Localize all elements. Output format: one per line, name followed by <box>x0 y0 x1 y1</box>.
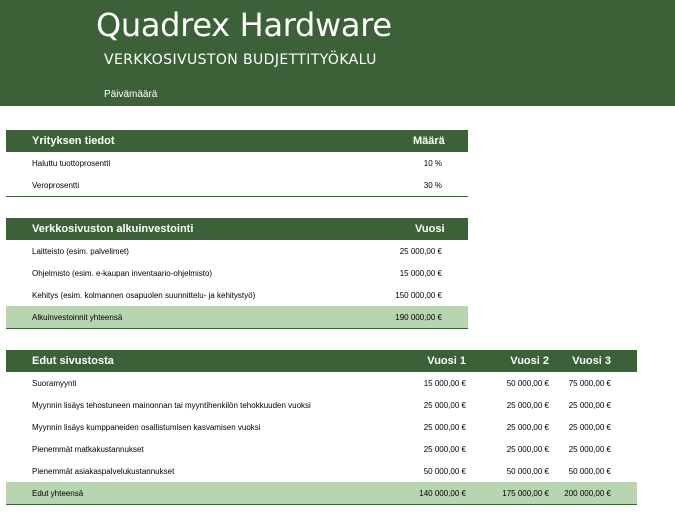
year1-value[interactable]: 25 000,00 € <box>424 445 466 454</box>
date-label[interactable]: Päivämäärä <box>104 89 157 100</box>
initial-investment-value-header: Vuosi <box>415 223 445 235</box>
year2-value[interactable]: 50 000,00 € <box>507 379 549 388</box>
year1-value[interactable]: 15 000,00 € <box>424 379 466 388</box>
year2-value[interactable]: 25 000,00 € <box>507 445 549 454</box>
total-row[interactable]: Edut yhteensä 140 000,00 € 175 000,00 € … <box>6 482 637 504</box>
benefits-title: Edut sivustosta <box>32 355 114 367</box>
year1-value[interactable]: 25 000,00 € <box>424 401 466 410</box>
year3-value[interactable]: 25 000,00 € <box>569 423 611 432</box>
company-info-value-header: Määrä <box>413 135 445 147</box>
year-header: Vuosi 2 <box>510 355 549 367</box>
year3-value[interactable]: 75 000,00 € <box>569 379 611 388</box>
company-info-header: Yrityksen tiedot Määrä <box>6 130 468 152</box>
row-label: Veroprosentti <box>32 181 80 190</box>
row-label: Kehitys (esim. kolmannen osapuolen suunn… <box>32 291 256 300</box>
benefits-table: Edut sivustosta Vuosi 1 Vuosi 2 Vuosi 3 … <box>6 350 637 505</box>
row-label: Pienemmät matkakustannukset <box>32 445 144 454</box>
row-label: Pienemmät asiakaspalvelukustannukset <box>32 467 175 476</box>
year2-value[interactable]: 50 000,00 € <box>507 467 549 476</box>
benefits-header: Edut sivustosta Vuosi 1 Vuosi 2 Vuosi 3 <box>6 350 637 372</box>
row-label: Myynnin lisäys tehostuneen mainonnan tai… <box>32 401 311 410</box>
total-label: Alkuinvestoinnit yhteensä <box>32 313 123 322</box>
table-row[interactable]: Kehitys (esim. kolmannen osapuolen suunn… <box>6 284 468 306</box>
total-row[interactable]: Alkuinvestoinnit yhteensä 190 000,00 € <box>6 306 468 328</box>
year2-total[interactable]: 175 000,00 € <box>502 489 549 498</box>
year1-value[interactable]: 50 000,00 € <box>424 467 466 476</box>
initial-investment-title: Verkkosivuston alkuinvestointi <box>32 223 194 235</box>
initial-investment-table: Verkkosivuston alkuinvestointi Vuosi Lai… <box>6 218 468 329</box>
row-label: Myynnin lisäys kumppaneiden osallistumis… <box>32 423 261 432</box>
header-banner: Quadrex Hardware VERKKOSIVUSTON BUDJETTI… <box>0 0 675 106</box>
total-value[interactable]: 190 000,00 € <box>395 313 442 322</box>
row-label: Haluttu tuottoprosentti <box>32 159 111 168</box>
table-row[interactable]: Laitteisto (esim. palvelimet) 25 000,00 … <box>6 240 468 262</box>
sheet-subtitle: VERKKOSIVUSTON BUDJETTITYÖKALU <box>104 52 377 68</box>
table-row[interactable]: Pienemmät matkakustannukset 25 000,00 € … <box>6 438 637 460</box>
year3-value[interactable]: 25 000,00 € <box>569 445 611 454</box>
company-info-table: Yrityksen tiedot Määrä Haluttu tuottopro… <box>6 130 468 197</box>
row-value[interactable]: 150 000,00 € <box>395 291 442 300</box>
company-info-title: Yrityksen tiedot <box>32 135 115 147</box>
table-row[interactable]: Haluttu tuottoprosentti 10 % <box>6 152 468 174</box>
year-header: Vuosi 1 <box>427 355 466 367</box>
year-header: Vuosi 3 <box>572 355 611 367</box>
row-value[interactable]: 25 000,00 € <box>400 247 442 256</box>
row-label: Ohjelmisto (esim. e-kaupan inventaario-o… <box>32 269 213 278</box>
row-value[interactable]: 15 000,00 € <box>400 269 442 278</box>
table-row[interactable]: Ohjelmisto (esim. e-kaupan inventaario-o… <box>6 262 468 284</box>
table-row[interactable]: Myynnin lisäys tehostuneen mainonnan tai… <box>6 394 637 416</box>
year3-value[interactable]: 25 000,00 € <box>569 401 611 410</box>
year3-value[interactable]: 50 000,00 € <box>569 467 611 476</box>
table-row[interactable]: Veroprosentti 30 % <box>6 174 468 196</box>
year3-total[interactable]: 200 000,00 € <box>564 489 611 498</box>
year2-value[interactable]: 25 000,00 € <box>507 401 549 410</box>
table-row[interactable]: Suoramyynti 15 000,00 € 50 000,00 € 75 0… <box>6 372 637 394</box>
table-row[interactable]: Pienemmät asiakaspalvelukustannukset 50 … <box>6 460 637 482</box>
initial-investment-header: Verkkosivuston alkuinvestointi Vuosi <box>6 218 468 240</box>
year2-value[interactable]: 25 000,00 € <box>507 423 549 432</box>
table-row[interactable]: Myynnin lisäys kumppaneiden osallistumis… <box>6 416 637 438</box>
total-label: Edut yhteensä <box>32 489 84 498</box>
row-value[interactable]: 30 % <box>424 181 442 190</box>
year1-total[interactable]: 140 000,00 € <box>419 489 466 498</box>
row-label: Laitteisto (esim. palvelimet) <box>32 247 129 256</box>
row-label: Suoramyynti <box>32 379 77 388</box>
row-value[interactable]: 10 % <box>424 159 442 168</box>
year1-value[interactable]: 25 000,00 € <box>424 423 466 432</box>
company-name: Quadrex Hardware <box>96 6 392 44</box>
